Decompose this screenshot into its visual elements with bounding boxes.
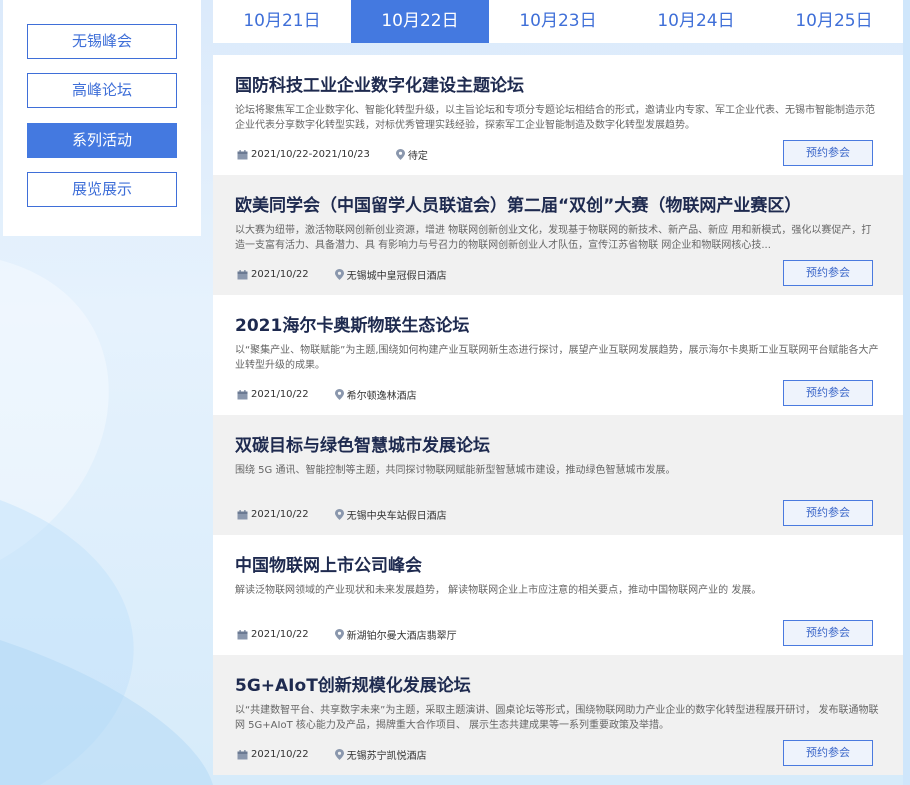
tab-oct-23[interactable]: 10月23日 <box>489 0 627 43</box>
event-location: 无锡苏宁凯悦酒店 <box>334 747 427 762</box>
event-location-text: 无锡中央车站假日酒店 <box>346 511 447 522</box>
event-description: 以大赛为纽带，激活物联网创新创业资源，增进 物联网创新创业文化，发现基于物联网的… <box>235 225 872 251</box>
reserve-button[interactable]: 预约参会 <box>783 260 873 286</box>
event-date-text: 2021/10/22 <box>251 389 309 400</box>
calendar-icon <box>237 629 248 639</box>
event-meta: 2021/10/22 新湖铂尔曼大酒店翡翠厅 <box>237 627 457 642</box>
tab-oct-21[interactable]: 10月21日 <box>213 0 351 43</box>
list-item: 双碳目标与绿色智慧城市发展论坛 围绕 5G 通讯、智能控制等主题，共同探讨物联网… <box>213 415 903 535</box>
tab-oct-22[interactable]: 10月22日 <box>351 0 489 43</box>
sidebar-item-series-events[interactable]: 系列活动 <box>27 123 177 158</box>
event-title[interactable]: 双碳目标与绿色智慧城市发展论坛 <box>235 431 490 456</box>
event-meta: 2021/10/22 无锡中央车站假日酒店 <box>237 507 447 522</box>
event-date: 2021/10/22-2021/10/23 <box>237 149 370 160</box>
event-title[interactable]: 2021海尔卡奥斯物联生态论坛 <box>235 311 469 336</box>
event-location-text: 待定 <box>407 151 428 162</box>
reserve-button[interactable]: 预约参会 <box>783 380 873 406</box>
event-description: 论坛将聚焦军工企业数字化、智能化转型升级，以主旨论坛和专项分专题论坛相结合的形式… <box>235 105 875 131</box>
location-pin-icon <box>334 389 344 400</box>
location-pin-icon <box>334 509 344 520</box>
event-location-text: 无锡苏宁凯悦酒店 <box>346 751 427 762</box>
list-item: 国防科技工业企业数字化建设主题论坛 论坛将聚焦军工企业数字化、智能化转型升级，以… <box>213 55 903 175</box>
reserve-button[interactable]: 预约参会 <box>783 500 873 526</box>
date-tabs: 10月21日 10月22日 10月23日 10月24日 10月25日 <box>213 0 903 43</box>
event-meta: 2021/10/22 希尔顿逸林酒店 <box>237 387 417 402</box>
list-item: 欧美同学会（中国留学人员联谊会）第二届“双创”大赛（物联网产业赛区） 以大赛为纽… <box>213 175 903 295</box>
event-date: 2021/10/22 <box>237 389 309 400</box>
event-meta: 2021/10/22 无锡城中皇冠假日酒店 <box>237 267 447 282</box>
event-location-text: 新湖铂尔曼大酒店翡翠厅 <box>346 631 457 642</box>
location-pin-icon <box>334 629 344 640</box>
calendar-icon <box>237 509 248 519</box>
event-description: 围绕 5G 通讯、智能控制等主题，共同探讨物联网赋能新型智慧城市建设，推动绿色智… <box>235 465 676 476</box>
location-pin-icon <box>395 149 405 160</box>
event-title[interactable]: 国防科技工业企业数字化建设主题论坛 <box>235 71 524 96</box>
event-date-text: 2021/10/22 <box>251 749 309 760</box>
reserve-button[interactable]: 预约参会 <box>783 140 873 166</box>
event-description: 以“聚集产业、物联赋能”为主题,围绕如何构建产业互联网新生态进行探讨，展望产业互… <box>235 345 879 371</box>
sidebar: 无锡峰会 高峰论坛 系列活动 展览展示 <box>3 0 201 236</box>
event-date: 2021/10/22 <box>237 509 309 520</box>
event-location-text: 希尔顿逸林酒店 <box>346 391 417 402</box>
tab-oct-24[interactable]: 10月24日 <box>627 0 765 43</box>
event-location-text: 无锡城中皇冠假日酒店 <box>346 271 447 282</box>
reserve-button[interactable]: 预约参会 <box>783 620 873 646</box>
calendar-icon <box>237 149 248 159</box>
list-item: 2021海尔卡奥斯物联生态论坛 以“聚集产业、物联赋能”为主题,围绕如何构建产业… <box>213 295 903 415</box>
reserve-button[interactable]: 预约参会 <box>783 740 873 766</box>
event-date-text: 2021/10/22 <box>251 269 309 280</box>
tab-oct-25[interactable]: 10月25日 <box>765 0 903 43</box>
event-title[interactable]: 欧美同学会（中国留学人员联谊会）第二届“双创”大赛（物联网产业赛区） <box>235 191 801 216</box>
event-title[interactable]: 中国物联网上市公司峰会 <box>235 551 422 576</box>
event-location: 无锡城中皇冠假日酒店 <box>334 267 447 282</box>
list-item: 中国物联网上市公司峰会 解读泛物联网领域的产业现状和未来发展趋势， 解读物联网企… <box>213 535 903 655</box>
sidebar-item-wuxi-summit[interactable]: 无锡峰会 <box>27 24 177 59</box>
event-date: 2021/10/22 <box>237 269 309 280</box>
location-pin-icon <box>334 749 344 760</box>
calendar-icon <box>237 749 248 759</box>
sidebar-item-exhibition[interactable]: 展览展示 <box>27 172 177 207</box>
event-date-text: 2021/10/22 <box>251 509 309 520</box>
event-date: 2021/10/22 <box>237 629 309 640</box>
event-location: 无锡中央车站假日酒店 <box>334 507 447 522</box>
calendar-icon <box>237 389 248 399</box>
event-date: 2021/10/22 <box>237 749 309 760</box>
event-location: 新湖铂尔曼大酒店翡翠厅 <box>334 627 457 642</box>
calendar-icon <box>237 269 248 279</box>
event-meta: 2021/10/22-2021/10/23 待定 <box>237 147 428 162</box>
sidebar-item-summit-forum[interactable]: 高峰论坛 <box>27 73 177 108</box>
event-location: 希尔顿逸林酒店 <box>334 387 417 402</box>
event-title[interactable]: 5G+AIoT创新规模化发展论坛 <box>235 671 471 696</box>
location-pin-icon <box>334 269 344 280</box>
event-meta: 2021/10/22 无锡苏宁凯悦酒店 <box>237 747 427 762</box>
event-date-text: 2021/10/22-2021/10/23 <box>251 149 370 160</box>
event-date-text: 2021/10/22 <box>251 629 309 640</box>
event-list: 国防科技工业企业数字化建设主题论坛 论坛将聚焦军工企业数字化、智能化转型升级，以… <box>213 55 903 775</box>
event-description: 以“共建数智平台、共享数字未来”为主题，采取主题演讲、圆桌论坛等形式，围绕物联网… <box>235 705 879 731</box>
event-description: 解读泛物联网领域的产业现状和未来发展趋势， 解读物联网企业上市应注意的相关要点，… <box>235 585 762 596</box>
list-item: 5G+AIoT创新规模化发展论坛 以“共建数智平台、共享数字未来”为主题，采取主… <box>213 655 903 775</box>
event-location: 待定 <box>395 147 428 162</box>
